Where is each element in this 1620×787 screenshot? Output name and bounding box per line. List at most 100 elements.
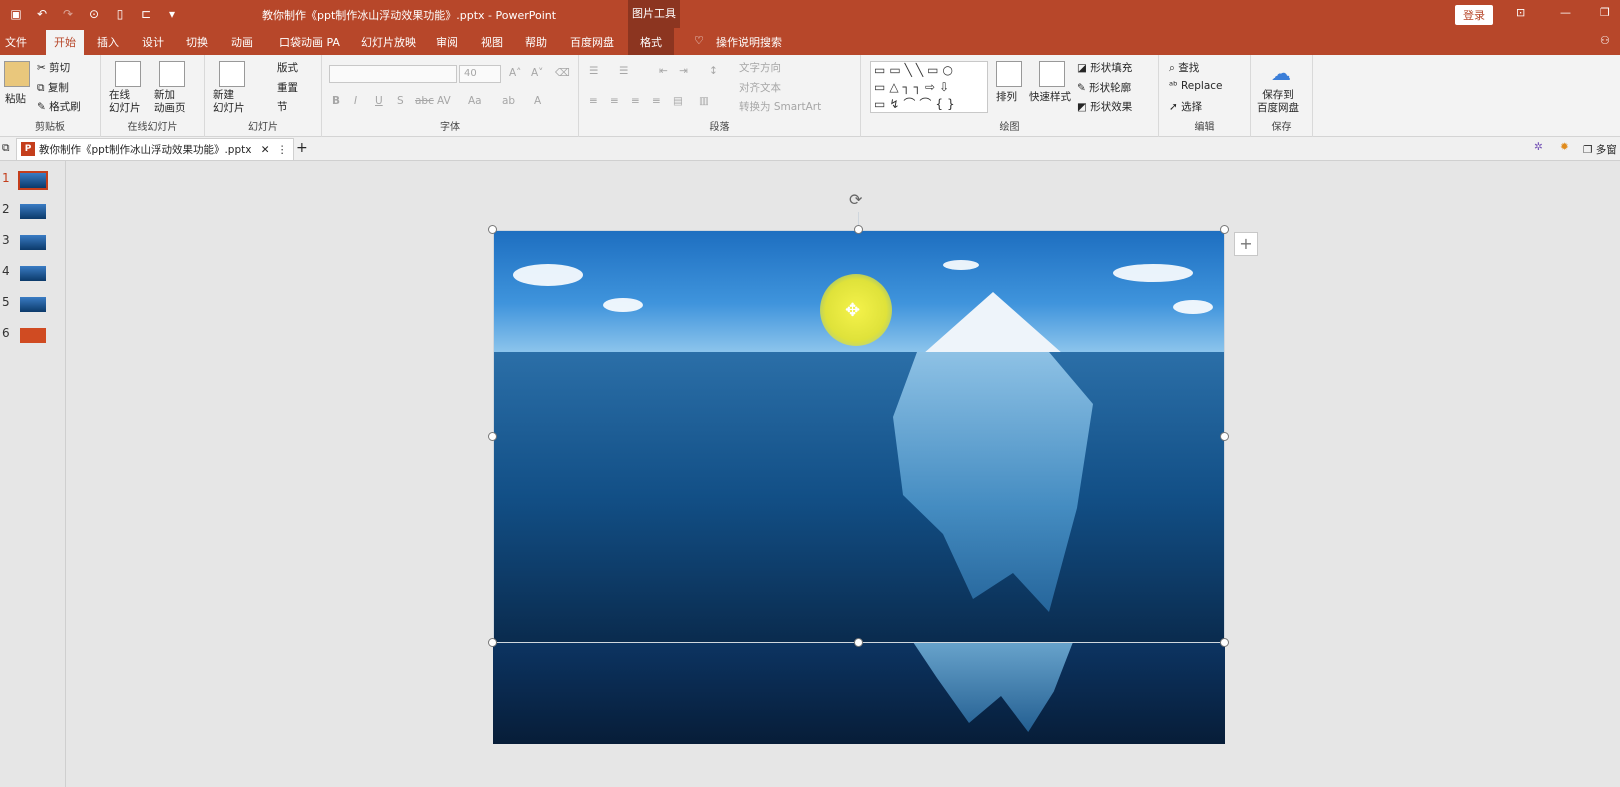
shadow-button[interactable]: S xyxy=(397,95,404,107)
replace-button[interactable]: ᵃᵇ Replace xyxy=(1169,80,1223,92)
ribbon-display-icon[interactable]: ⊡ xyxy=(1516,6,1525,19)
customize-qat-icon[interactable]: ▾ xyxy=(162,4,182,24)
new-anim-page-button[interactable]: 新加 动画页 xyxy=(154,89,186,115)
tab-home[interactable]: 开始 xyxy=(46,30,84,57)
align-center-icon[interactable]: ≡ xyxy=(610,95,619,107)
line-spacing-icon[interactable]: ↕ xyxy=(709,65,718,77)
shape-fill-button[interactable]: ◪ 形状填充 xyxy=(1077,60,1132,75)
align-text-button[interactable]: 对齐文本 xyxy=(739,80,781,95)
tab-transitions[interactable]: 切换 xyxy=(186,34,208,50)
quick-styles-button[interactable]: 快速样式 xyxy=(1029,89,1071,104)
resize-handle-bottom-right[interactable] xyxy=(1220,638,1229,647)
format-painter-button[interactable]: ✎ 格式刷 xyxy=(37,99,81,114)
resize-handle-top[interactable] xyxy=(854,225,863,234)
arrange-icon[interactable] xyxy=(996,61,1022,87)
copy-button[interactable]: ⧉ 复制 xyxy=(37,80,69,95)
tab-review[interactable]: 审阅 xyxy=(436,34,458,50)
new-slide-icon[interactable] xyxy=(219,61,245,87)
more-icon[interactable]: ⋮ xyxy=(277,144,288,156)
select-button[interactable]: ➚ 选择 xyxy=(1169,99,1202,114)
tab-animations[interactable]: 动画 xyxy=(231,34,253,50)
underline-button[interactable]: U xyxy=(375,95,383,107)
online-slide-icon[interactable] xyxy=(115,61,141,87)
save-icon[interactable]: ▣ xyxy=(6,4,26,24)
text-direction-button[interactable]: 文字方向 xyxy=(739,60,781,75)
maximize-icon[interactable]: ❐ xyxy=(1600,6,1610,19)
tab-design[interactable]: 设计 xyxy=(142,34,164,50)
italic-button[interactable]: I xyxy=(354,95,357,107)
slide-thumbnail[interactable]: 4 xyxy=(0,262,66,284)
bold-button[interactable]: B xyxy=(332,95,340,107)
strikethrough-button[interactable]: abc xyxy=(415,95,434,107)
slide-thumbnail[interactable]: 6 xyxy=(0,324,66,346)
new-anim-page-icon[interactable] xyxy=(159,61,185,87)
justify-icon[interactable]: ≡ xyxy=(652,95,661,107)
tab-file[interactable]: 文件 xyxy=(5,34,27,50)
increase-indent-icon[interactable]: ⇥ xyxy=(679,65,688,77)
share-icon[interactable]: ⚇ xyxy=(1600,34,1610,47)
new-tab-icon[interactable]: + xyxy=(296,140,308,156)
document-tab[interactable]: P 教你制作《ppt制作冰山浮动效果功能》.pptx ✕ ⋮ xyxy=(16,138,295,160)
shapes-gallery[interactable]: ▭▭╲╲▭○ ▭△┐┐⇨⇩ ▭↯⌒⌒{} xyxy=(870,61,988,113)
redo-icon[interactable]: ↷ xyxy=(58,4,78,24)
font-size-select[interactable]: 40 xyxy=(459,65,501,83)
resize-handle-right[interactable] xyxy=(1220,432,1229,441)
resize-handle-left[interactable] xyxy=(488,432,497,441)
reset-button[interactable]: 重置 xyxy=(277,80,298,95)
resize-handle-top-left[interactable] xyxy=(488,225,497,234)
paste-icon[interactable] xyxy=(4,61,30,87)
paste-button[interactable]: 粘贴 xyxy=(5,91,26,106)
pin-icon[interactable]: ✲ xyxy=(1534,141,1543,153)
cut-button[interactable]: ✂ 剪切 xyxy=(37,60,70,75)
shrink-font-icon[interactable]: A˅ xyxy=(531,67,543,79)
slide-thumbnail[interactable]: 5 xyxy=(0,293,66,315)
find-button[interactable]: ⌕ 查找 xyxy=(1169,60,1199,75)
tab-format[interactable]: 格式 xyxy=(628,28,674,55)
slide-thumbnail[interactable]: 2 xyxy=(0,200,66,222)
bullets-icon[interactable]: ☰ xyxy=(589,65,598,77)
section-button[interactable]: 节 xyxy=(277,99,288,114)
resize-handle-top-right[interactable] xyxy=(1220,225,1229,234)
present-icon[interactable]: ⊙ xyxy=(84,4,104,24)
align-right-icon[interactable]: ≡ xyxy=(631,95,640,107)
tab-list-icon[interactable]: ⧉ xyxy=(2,142,10,155)
numbering-icon[interactable]: ☰ xyxy=(619,65,628,77)
close-icon[interactable]: ✕ xyxy=(261,144,270,156)
arrange-button[interactable]: 排列 xyxy=(996,89,1017,104)
tab-slideshow[interactable]: 幻灯片放映 xyxy=(361,34,416,50)
tell-me-search[interactable]: 操作说明搜索 xyxy=(716,34,782,50)
quick-styles-icon[interactable] xyxy=(1039,61,1065,87)
resize-handle-bottom-left[interactable] xyxy=(488,638,497,647)
shape-outline-button[interactable]: ✎ 形状轮廓 xyxy=(1077,80,1131,95)
smartart-button[interactable]: 转换为 SmartArt xyxy=(739,99,821,114)
distributed-icon[interactable]: ▤ xyxy=(673,95,683,107)
shape-effects-button[interactable]: ◩ 形状效果 xyxy=(1077,99,1132,114)
settings-icon[interactable]: ✹ xyxy=(1560,141,1569,153)
rotate-handle-icon[interactable]: ⟳ xyxy=(849,190,862,209)
baidu-cloud-icon[interactable]: ☁ xyxy=(1271,61,1291,85)
char-spacing-button[interactable]: AV xyxy=(437,95,451,107)
tab-view[interactable]: 视图 xyxy=(481,34,503,50)
new-file-icon[interactable]: ▯ xyxy=(110,4,130,24)
new-slide-button[interactable]: 新建 幻灯片 xyxy=(213,89,245,115)
login-button[interactable]: 登录 xyxy=(1455,5,1493,25)
open-file-icon[interactable]: ⊏ xyxy=(136,4,156,24)
slide-thumbnail[interactable]: 3 xyxy=(0,231,66,253)
tab-pocket-animation[interactable]: 口袋动画 PA xyxy=(279,34,340,50)
save-to-baidu-button[interactable]: 保存到 百度网盘 xyxy=(1257,89,1299,115)
clear-format-icon[interactable]: ⌫ xyxy=(555,67,570,79)
font-name-select[interactable] xyxy=(329,65,457,83)
font-color-button[interactable]: A xyxy=(534,95,541,107)
slide-thumbnail[interactable]: 1 xyxy=(0,169,66,191)
tab-help[interactable]: 帮助 xyxy=(525,34,547,50)
align-left-icon[interactable]: ≡ xyxy=(589,95,598,107)
columns-icon[interactable]: ▥ xyxy=(699,95,709,107)
change-case-button[interactable]: Aa xyxy=(468,95,482,107)
highlight-icon[interactable]: ab xyxy=(502,95,515,107)
online-slide-button[interactable]: 在线 幻灯片 xyxy=(109,89,141,115)
decrease-indent-icon[interactable]: ⇤ xyxy=(659,65,668,77)
tab-baidu-netdisk[interactable]: 百度网盘 xyxy=(570,34,614,50)
multi-window-button[interactable]: ❐ 多窗 xyxy=(1583,142,1617,157)
resize-handle-bottom[interactable] xyxy=(854,638,863,647)
grow-font-icon[interactable]: A˄ xyxy=(509,67,521,79)
